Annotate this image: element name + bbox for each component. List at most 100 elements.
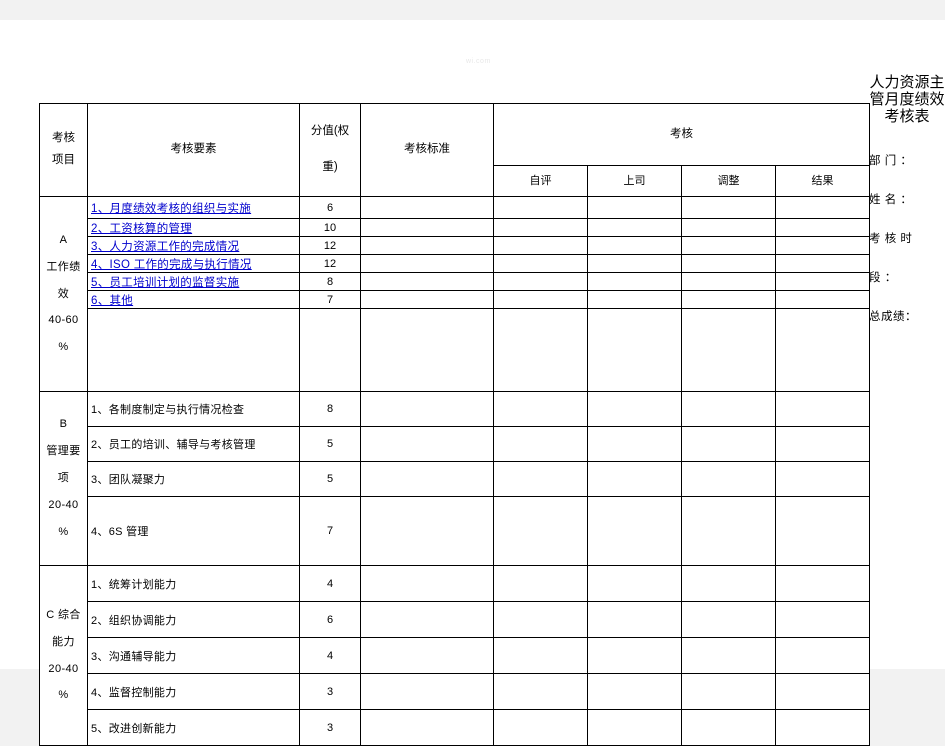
appraisal-self-cell[interactable] (493, 391, 588, 427)
standard-cell[interactable] (360, 272, 494, 291)
table-row: 3、人力资源工作的完成情况 12 (40, 236, 870, 255)
appraisal-self-cell[interactable] (493, 308, 588, 392)
standard-cell[interactable] (360, 637, 494, 674)
appraisal-boss-cell[interactable] (587, 601, 682, 638)
appraisal-result-cell[interactable] (775, 601, 870, 638)
appraisal-adjust-cell[interactable] (681, 391, 776, 427)
standard-cell[interactable] (360, 290, 494, 309)
header-score: 分值(权 重) (299, 103, 361, 197)
standard-cell[interactable] (360, 218, 494, 237)
appraisal-self-cell[interactable] (493, 218, 588, 237)
appraisal-adjust-cell[interactable] (681, 496, 776, 566)
appraisal-result-cell[interactable] (775, 426, 870, 462)
side-info-panel: 人力资源主管月度绩效考核表 部 门 ： 姓 名 ： 考 核 时段 ： 总成绩： (869, 74, 945, 324)
appraisal-self-cell[interactable] (493, 254, 588, 273)
appraisal-boss-cell[interactable] (587, 308, 682, 392)
appraisal-boss-cell[interactable] (587, 196, 682, 219)
header-appraisal-result: 结果 (775, 165, 870, 197)
category-line-3: % (58, 689, 69, 702)
appraisal-result-cell[interactable] (775, 673, 870, 710)
standard-cell[interactable] (360, 601, 494, 638)
appraisal-boss-cell[interactable] (587, 236, 682, 255)
appraisal-adjust-cell[interactable] (681, 218, 776, 237)
element-cell[interactable]: 6、其他 (87, 290, 300, 309)
element-cell: 1、各制度制定与执行情况检查 (87, 391, 300, 427)
appraisal-adjust-cell[interactable] (681, 196, 776, 219)
standard-cell[interactable] (360, 673, 494, 710)
appraisal-result-cell[interactable] (775, 461, 870, 497)
appraisal-adjust-cell[interactable] (681, 601, 776, 638)
table-row: 5、改进创新能力 3 (40, 709, 870, 746)
element-cell[interactable]: 2、工资核算的管理 (87, 218, 300, 237)
appraisal-result-cell[interactable] (775, 709, 870, 746)
standard-cell[interactable] (360, 496, 494, 566)
appraisal-boss-cell[interactable] (587, 254, 682, 273)
appraisal-result-cell[interactable] (775, 272, 870, 291)
appraisal-self-cell[interactable] (493, 637, 588, 674)
appraisal-self-cell[interactable] (493, 236, 588, 255)
appraisal-self-cell[interactable] (493, 461, 588, 497)
appraisal-self-cell[interactable] (493, 196, 588, 219)
appraisal-boss-cell[interactable] (587, 709, 682, 746)
appraisal-self-cell[interactable] (493, 426, 588, 462)
appraisal-result-cell[interactable] (775, 496, 870, 566)
element-cell[interactable]: 3、人力资源工作的完成情况 (87, 236, 300, 255)
appraisal-self-cell[interactable] (493, 601, 588, 638)
table-row: 5、员工培训计划的监督实施 8 (40, 272, 870, 291)
appraisal-adjust-cell[interactable] (681, 461, 776, 497)
appraisal-adjust-cell[interactable] (681, 673, 776, 710)
category-cell-C: C 综合 能力 20-40% (39, 565, 88, 746)
standard-cell[interactable] (360, 461, 494, 497)
standard-cell[interactable] (360, 391, 494, 427)
appraisal-adjust-cell[interactable] (681, 290, 776, 309)
appraisal-result-cell[interactable] (775, 196, 870, 219)
appraisal-self-cell[interactable] (493, 272, 588, 291)
appraisal-result-cell[interactable] (775, 637, 870, 674)
appraisal-boss-cell[interactable] (587, 426, 682, 462)
appraisal-result-cell[interactable] (775, 565, 870, 602)
appraisal-result-cell[interactable] (775, 254, 870, 273)
appraisal-result-cell[interactable] (775, 218, 870, 237)
standard-cell[interactable] (360, 196, 494, 219)
appraisal-boss-cell[interactable] (587, 496, 682, 566)
standard-cell[interactable] (360, 426, 494, 462)
appraisal-self-cell[interactable] (493, 673, 588, 710)
standard-cell[interactable] (360, 308, 494, 392)
element-cell[interactable]: 4、ISO 工作的完成与执行情况 (87, 254, 300, 273)
appraisal-boss-cell[interactable] (587, 272, 682, 291)
appraisal-adjust-cell[interactable] (681, 637, 776, 674)
appraisal-adjust-cell[interactable] (681, 565, 776, 602)
appraisal-adjust-cell[interactable] (681, 709, 776, 746)
side-field-4: 总成绩： (869, 308, 945, 324)
appraisal-result-cell[interactable] (775, 290, 870, 309)
appraisal-boss-cell[interactable] (587, 673, 682, 710)
appraisal-result-cell[interactable] (775, 391, 870, 427)
standard-cell[interactable] (360, 254, 494, 273)
appraisal-adjust-cell[interactable] (681, 254, 776, 273)
standard-cell[interactable] (360, 709, 494, 746)
appraisal-self-cell[interactable] (493, 565, 588, 602)
appraisal-boss-cell[interactable] (587, 565, 682, 602)
element-cell[interactable]: 5、员工培训计划的监督实施 (87, 272, 300, 291)
standard-cell[interactable] (360, 236, 494, 255)
appraisal-self-cell[interactable] (493, 496, 588, 566)
appraisal-boss-cell[interactable] (587, 218, 682, 237)
appraisal-adjust-cell[interactable] (681, 272, 776, 291)
header-score-line-0: 分值(权 (310, 125, 350, 138)
standard-cell[interactable] (360, 565, 494, 602)
element-cell[interactable]: 1、月度绩效考核的组织与实施 (87, 196, 300, 219)
table-row: 3、团队凝聚力 5 (40, 461, 870, 497)
appraisal-adjust-cell[interactable] (681, 236, 776, 255)
header-element: 考核要素 (87, 103, 300, 197)
appraisal-adjust-cell[interactable] (681, 308, 776, 392)
table-row: 4、监督控制能力 3 (40, 673, 870, 710)
appraisal-self-cell[interactable] (493, 290, 588, 309)
appraisal-self-cell[interactable] (493, 709, 588, 746)
appraisal-adjust-cell[interactable] (681, 426, 776, 462)
appraisal-boss-cell[interactable] (587, 637, 682, 674)
appraisal-boss-cell[interactable] (587, 461, 682, 497)
appraisal-result-cell[interactable] (775, 236, 870, 255)
appraisal-boss-cell[interactable] (587, 391, 682, 427)
appraisal-boss-cell[interactable] (587, 290, 682, 309)
appraisal-result-cell[interactable] (775, 308, 870, 392)
